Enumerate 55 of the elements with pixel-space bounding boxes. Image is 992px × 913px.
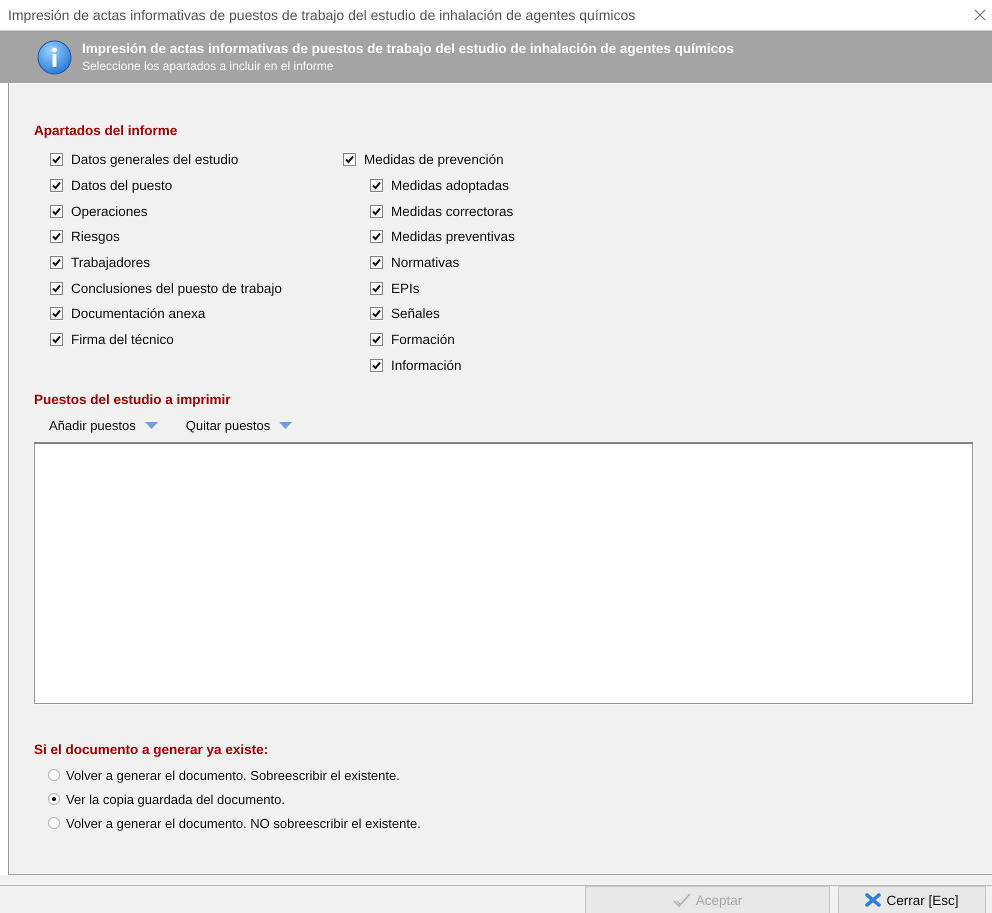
- checkbox-label: Normativas: [391, 255, 460, 270]
- checkbox-label: Firma del técnico: [71, 332, 174, 348]
- x-icon: [865, 893, 882, 907]
- checkbox[interactable]: [50, 204, 63, 218]
- checkbox[interactable]: [370, 307, 383, 320]
- checkbox-label: Documentación anexa: [71, 306, 206, 322]
- checkbox[interactable]: [50, 179, 63, 192]
- dropdown-button[interactable]: Añadir puestos: [44, 415, 163, 436]
- dropdown-button[interactable]: Quitar puestos: [180, 415, 298, 436]
- checkbox[interactable]: [370, 230, 383, 244]
- section-heading: Si el documento a generar ya existe:: [34, 742, 270, 758]
- section-heading: Apartados del informe: [34, 123, 178, 138]
- radio-label: Ver la copia guardada del documento.: [66, 792, 285, 807]
- checkbox[interactable]: [343, 153, 356, 166]
- checkbox-label: Información: [391, 358, 462, 373]
- checkbox[interactable]: [50, 333, 63, 346]
- checkbox[interactable]: [50, 230, 63, 244]
- checkbox-label: Medidas de prevención: [364, 152, 504, 168]
- checkbox-label: Señales: [391, 306, 440, 322]
- checkbox[interactable]: [370, 333, 383, 346]
- checkbox-label: Datos generales del estudio: [71, 152, 238, 168]
- checkbox[interactable]: [370, 204, 383, 218]
- radio-label: Volver a generar el documento. Sobreescribir el existente.: [66, 768, 400, 783]
- section-heading: Puestos del estudio a imprimir: [34, 392, 232, 408]
- header-title: Impresión de actas informativas de puestos de trabajo del estudio de inhalación de agentes químicos: [82, 41, 734, 56]
- info-icon: [37, 40, 72, 74]
- checkbox[interactable]: [370, 256, 383, 270]
- header-subtitle: Seleccione los apartados a incluir en el informe: [82, 59, 334, 73]
- close-button[interactable]: Cerrar [Esc]: [838, 886, 986, 913]
- checkbox[interactable]: [370, 358, 383, 372]
- checkbox[interactable]: [370, 282, 383, 295]
- checkbox-label: Medidas correctoras: [391, 204, 514, 219]
- checkbox-label: Medidas adoptadas: [391, 178, 509, 194]
- checkbox-label: Conclusiones del puesto de trabajo: [71, 280, 282, 296]
- radio-button[interactable]: [48, 817, 60, 830]
- checkmark-icon: [672, 893, 691, 907]
- close-icon[interactable]: [974, 9, 986, 21]
- checkbox[interactable]: [50, 282, 63, 295]
- checkbox-label: Operaciones: [71, 204, 148, 219]
- checkbox-label: Formación: [391, 332, 455, 348]
- checkbox[interactable]: [50, 307, 63, 320]
- checkbox-label: Medidas preventivas: [391, 229, 515, 244]
- checkbox-label: Datos del puesto: [71, 178, 172, 194]
- checkbox[interactable]: [50, 153, 63, 166]
- checkbox[interactable]: [370, 179, 383, 192]
- checkbox-label: EPIs: [391, 280, 420, 296]
- radio-button[interactable]: [48, 793, 60, 806]
- radio-button[interactable]: [48, 769, 60, 782]
- caret-icon: [279, 422, 292, 430]
- checkbox-label: Trabajadores: [71, 255, 150, 270]
- checkbox-label: Riesgos: [71, 229, 120, 244]
- window-title: Impresión de actas informativas de puestos de trabajo del estudio de inhalación de agentes químicos: [8, 7, 636, 23]
- radio-label: Volver a generar el documento. NO sobreescribir el existente.: [66, 816, 421, 831]
- caret-icon: [144, 422, 158, 430]
- checkbox[interactable]: [50, 256, 63, 270]
